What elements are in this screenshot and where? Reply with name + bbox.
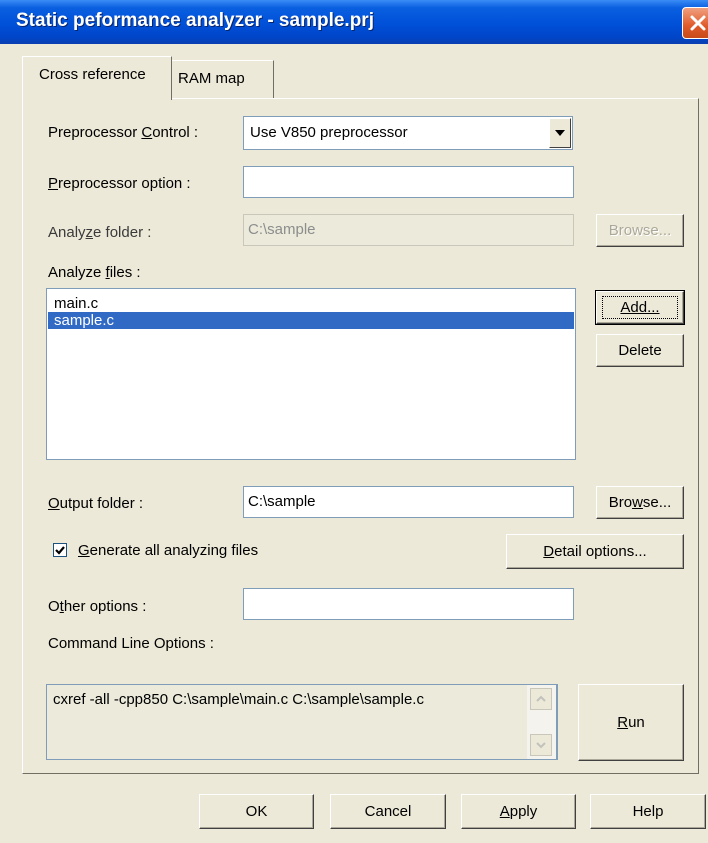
other-options-input[interactable] bbox=[243, 588, 574, 620]
help-button[interactable]: Help bbox=[590, 794, 706, 829]
close-button[interactable] bbox=[682, 7, 708, 39]
window-title: Static peformance analyzer - sample.prj bbox=[16, 10, 374, 31]
dropdown-button[interactable] bbox=[549, 118, 571, 148]
command-line-scrollbar[interactable] bbox=[527, 684, 557, 760]
ok-button[interactable]: OK bbox=[199, 794, 314, 829]
preprocessor-control-label: Preprocessor Control : bbox=[48, 124, 199, 141]
scroll-down-button[interactable] bbox=[530, 734, 552, 756]
list-item-selected[interactable]: sample.c bbox=[48, 312, 574, 329]
output-folder-browse-button[interactable]: Browse... bbox=[596, 486, 684, 519]
tab-cross-reference[interactable]: Cross reference bbox=[22, 56, 172, 100]
cancel-button[interactable]: Cancel bbox=[330, 794, 446, 829]
preprocessor-option-input[interactable] bbox=[243, 166, 574, 198]
command-line-textarea[interactable]: cxref -all -cpp850 C:\sample\main.c C:\s… bbox=[46, 684, 558, 760]
command-line-label: Command Line Options : bbox=[48, 635, 214, 652]
other-options-label: Other options : bbox=[48, 598, 147, 615]
apply-button[interactable]: Apply bbox=[461, 794, 576, 829]
tab-ram-map-label: RAM map bbox=[178, 70, 245, 87]
tab-ram-map[interactable]: RAM map bbox=[170, 60, 274, 99]
chevron-down-icon bbox=[555, 130, 565, 136]
scroll-up-button[interactable] bbox=[530, 688, 552, 710]
output-folder-label: Output folder : bbox=[48, 495, 144, 512]
run-button[interactable]: Run bbox=[578, 684, 684, 761]
detail-options-button[interactable]: Detail options... bbox=[506, 534, 684, 569]
preprocessor-control-select[interactable]: Use V850 preprocessor bbox=[243, 116, 573, 150]
delete-button[interactable]: Delete bbox=[596, 334, 684, 367]
checkmark-icon bbox=[55, 546, 65, 555]
title-bar[interactable]: Static peformance analyzer - sample.prj bbox=[0, 0, 708, 44]
preprocessor-control-value: Use V850 preprocessor bbox=[250, 124, 408, 141]
close-icon bbox=[690, 15, 706, 31]
dialog-window: Static peformance analyzer - sample.prj … bbox=[0, 0, 708, 843]
analyze-folder-input[interactable]: C:\sample bbox=[243, 214, 574, 246]
analyze-files-label: Analyze files : bbox=[48, 264, 141, 281]
generate-all-checkbox[interactable] bbox=[53, 543, 67, 557]
analyze-folder-label: Analyze folder : bbox=[48, 224, 152, 241]
preprocessor-option-label: Preprocessor option : bbox=[48, 175, 191, 192]
tab-cross-reference-label: Cross reference bbox=[39, 66, 146, 83]
output-folder-input[interactable]: C:\sample bbox=[243, 486, 574, 518]
generate-all-label[interactable]: Generate all analyzing files bbox=[78, 542, 258, 559]
command-line-text: cxref -all -cpp850 C:\sample\main.c C:\s… bbox=[53, 691, 424, 708]
analyze-folder-browse-button[interactable]: Browse... bbox=[596, 214, 684, 247]
add-button[interactable]: Add... bbox=[595, 290, 685, 325]
list-item[interactable]: main.c bbox=[48, 295, 574, 312]
chevron-up-icon bbox=[536, 695, 546, 702]
chevron-down-icon bbox=[536, 742, 546, 749]
analyze-files-list[interactable]: main.c sample.c bbox=[46, 288, 576, 460]
